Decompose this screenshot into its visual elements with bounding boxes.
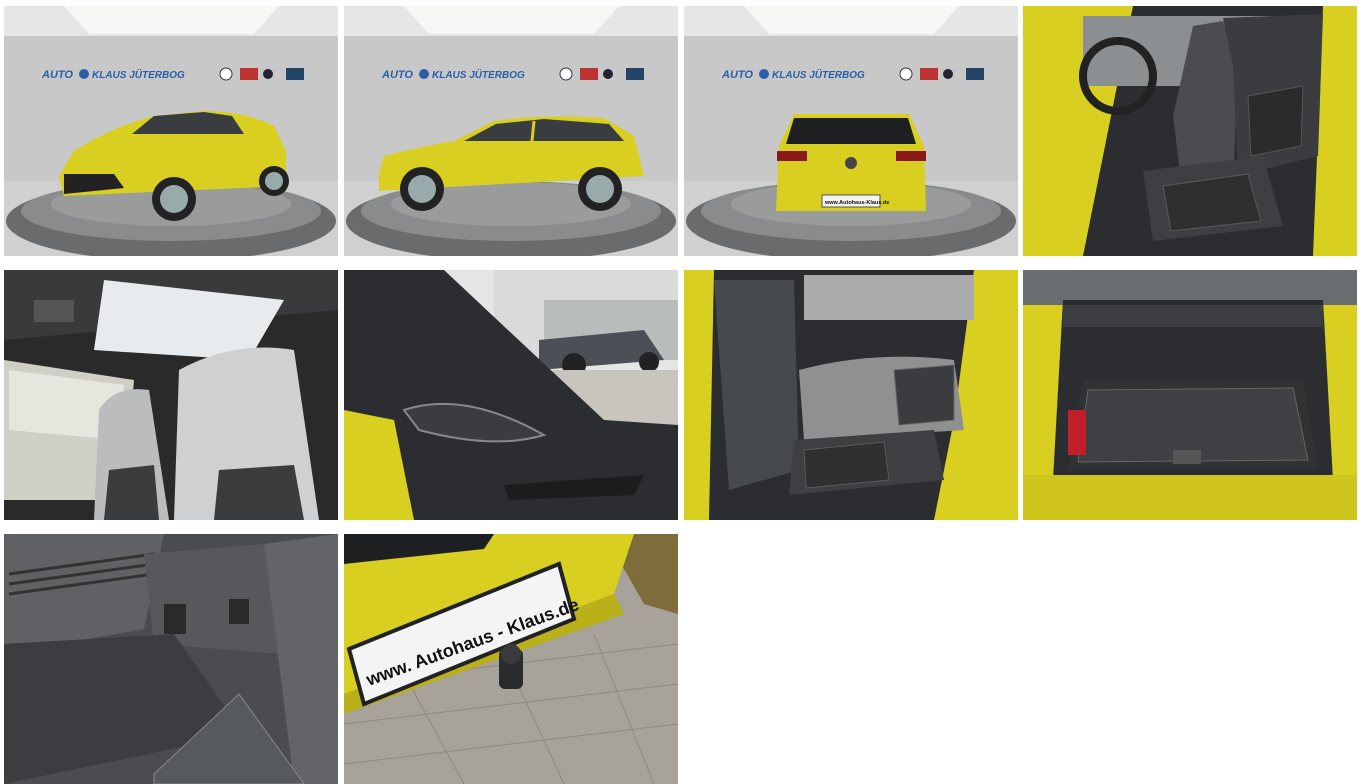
photo-tile-rear-seats[interactable] xyxy=(684,270,1018,520)
showroom-sign-brand-2: AUTO xyxy=(381,69,413,81)
showroom-sign-brand: AUTO xyxy=(41,69,73,81)
trunk-photo xyxy=(1023,270,1357,520)
photo-tile-side-profile[interactable]: AUTO KLAUS JÜTERBOG xyxy=(344,6,678,256)
vw-badge-icon xyxy=(845,157,857,169)
photo-tile-plate-tow-hitch[interactable]: www. Autohaus - Klaus.de xyxy=(344,534,678,784)
a-pillar-speaker-photo xyxy=(344,270,678,520)
front-seats-photo xyxy=(1023,6,1357,256)
photo-tile-trunk-side[interactable] xyxy=(4,534,338,784)
dealer-logo-icon xyxy=(79,69,89,79)
rear-plate-small-text: www.Autohaus-Klaus.de xyxy=(824,200,889,206)
showroom-sign-name: KLAUS JÜTERBOG xyxy=(92,68,185,81)
photo-tile-a-pillar-speaker[interactable] xyxy=(344,270,678,520)
car-rear-photo: AUTO KLAUS JÜTERBOG www.Autohaus-Klaus.d… xyxy=(684,6,1018,256)
photo-tile-front-seats[interactable] xyxy=(1023,6,1357,256)
dealer-logo-icon-3 xyxy=(759,69,769,79)
photo-tile-rear[interactable]: AUTO KLAUS JÜTERBOG www.Autohaus-Klaus.d… xyxy=(684,6,1018,256)
dealer-logo-icon-2 xyxy=(419,69,429,79)
car-front-photo: AUTO KLAUS JÜTERBOG xyxy=(4,6,338,256)
showroom-sign-name-2: KLAUS JÜTERBOG xyxy=(432,68,525,81)
rear-seats-photo xyxy=(684,270,1018,520)
photo-tile-sunroof[interactable] xyxy=(4,270,338,520)
showroom-sign-name-3: KLAUS JÜTERBOG xyxy=(772,68,865,81)
first-aid-kit xyxy=(1068,410,1086,455)
plate-tow-hitch-photo: www. Autohaus - Klaus.de xyxy=(344,534,678,784)
showroom-sign-brand-3: AUTO xyxy=(721,69,753,81)
car-side-photo: AUTO KLAUS JÜTERBOG xyxy=(344,6,678,256)
photo-tile-front-three-quarter[interactable]: AUTO KLAUS JÜTERBOG xyxy=(4,6,338,256)
trunk-side-panel-photo xyxy=(4,534,338,784)
sunroof-photo xyxy=(4,270,338,520)
photo-tile-trunk[interactable] xyxy=(1023,270,1357,520)
